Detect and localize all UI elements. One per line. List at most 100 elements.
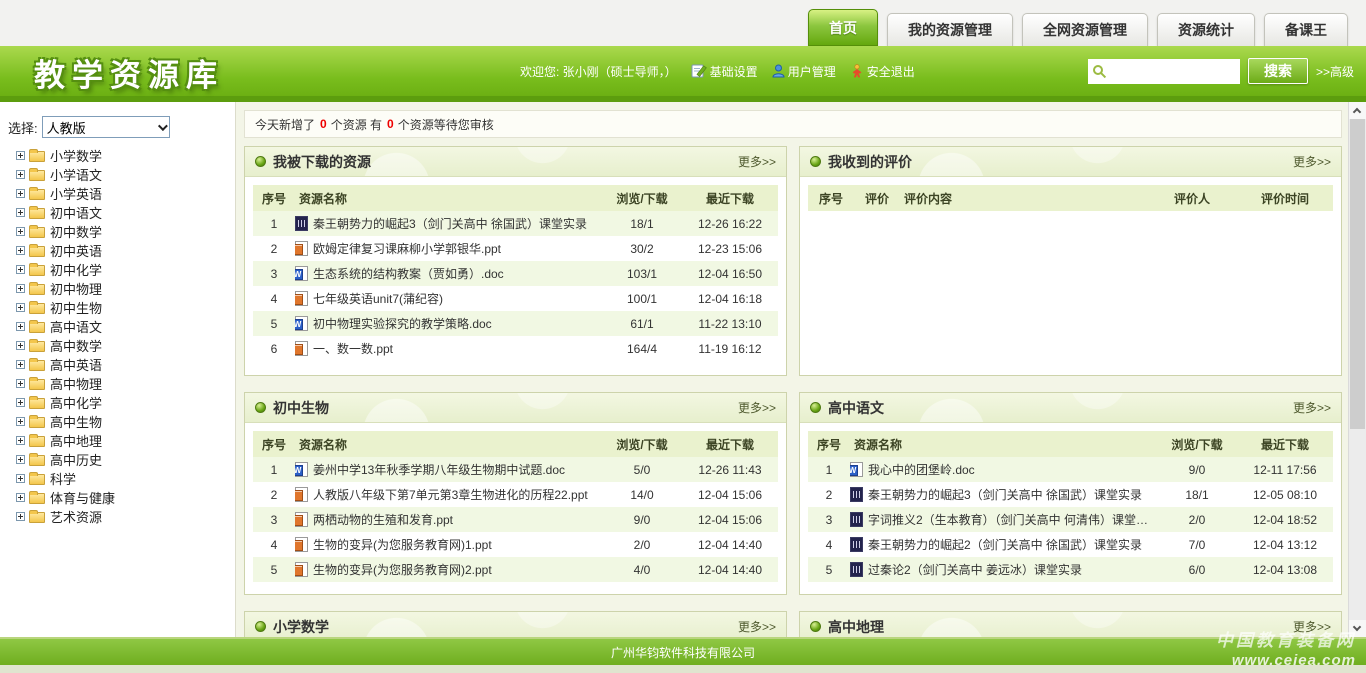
expand-icon[interactable]: [16, 246, 25, 255]
advanced-search-link[interactable]: >>高级: [1316, 63, 1354, 80]
scroll-down-button[interactable]: [1349, 620, 1366, 637]
sidebar-tree-item[interactable]: 小学数学: [8, 146, 229, 165]
expand-icon[interactable]: [16, 303, 25, 312]
expand-icon[interactable]: [16, 436, 25, 445]
resource-link[interactable]: 初中物理实验探究的教学策略.doc: [313, 315, 492, 332]
footer: 广州华钧软件科技有限公司: [0, 637, 1366, 673]
expand-icon[interactable]: [16, 322, 25, 331]
table-row: 4 秦王朝势力的崛起2（剑门关高中 徐国武）课堂实录 7/0 12-04 13:…: [808, 532, 1333, 557]
resource-link[interactable]: 欧姆定律复习课麻柳小学郭银华.ppt: [313, 240, 501, 257]
sidebar-tree-item[interactable]: 初中数学: [8, 222, 229, 241]
resource-link[interactable]: 过秦论2（剑门关高中 姜远冰）课堂实录: [868, 561, 1082, 578]
expand-icon[interactable]: [16, 284, 25, 293]
expand-icon[interactable]: [16, 360, 25, 369]
sidebar-tree-item[interactable]: 初中化学: [8, 260, 229, 279]
sidebar-tree-item[interactable]: 高中物理: [8, 374, 229, 393]
more-link[interactable]: 更多>>: [738, 153, 776, 170]
sidebar-tree-item[interactable]: 高中英语: [8, 355, 229, 374]
sidebar-tree-item[interactable]: 体育与健康: [8, 488, 229, 507]
resource-link[interactable]: 姜州中学13年秋季学期八年级生物期中试题.doc: [313, 461, 565, 478]
row-number: 1: [808, 463, 850, 477]
more-link[interactable]: 更多>>: [1293, 618, 1331, 635]
sidebar-tree-item[interactable]: 初中英语: [8, 241, 229, 260]
sidebar-tree-item[interactable]: 初中生物: [8, 298, 229, 317]
resource-link[interactable]: 生物的变异(为您服务教育网)1.ppt: [313, 536, 492, 553]
sidebar-tree-item[interactable]: 高中历史: [8, 450, 229, 469]
folder-icon: [29, 474, 45, 485]
footer-company: 广州华钧软件科技有限公司: [611, 644, 755, 661]
resource-link[interactable]: 人教版八年级下第7单元第3章生物进化的历程22.ppt: [313, 486, 588, 503]
expand-icon[interactable]: [16, 398, 25, 407]
scrollbar-thumb[interactable]: [1350, 119, 1365, 429]
resource-link[interactable]: 字词推义2（生本教育）（剑门关高中 何清伟）课堂实录: [868, 511, 1151, 528]
folder-icon: [29, 360, 45, 371]
tab-my-resources[interactable]: 我的资源管理: [887, 13, 1013, 46]
expand-icon[interactable]: [16, 170, 25, 179]
sidebar-tree-item[interactable]: 初中物理: [8, 279, 229, 298]
expand-icon[interactable]: [16, 512, 25, 521]
folder-icon: [29, 189, 45, 200]
tree-item-label: 科学: [50, 469, 76, 488]
tab-all-resources[interactable]: 全网资源管理: [1022, 13, 1148, 46]
search-button[interactable]: 搜索: [1248, 58, 1308, 84]
sidebar-tree-item[interactable]: 科学: [8, 469, 229, 488]
expand-icon[interactable]: [16, 341, 25, 350]
sidebar-tree-item[interactable]: 高中生物: [8, 412, 229, 431]
scroll-up-button[interactable]: [1349, 102, 1366, 119]
expand-icon[interactable]: [16, 417, 25, 426]
search-area: 搜索 >>高级: [1088, 46, 1354, 96]
resource-link[interactable]: 秦王朝势力的崛起3（剑门关高中 徐国武）课堂实录: [313, 215, 587, 232]
sidebar-tree-item[interactable]: 艺术资源: [8, 507, 229, 526]
welcome-bar: 欢迎您: 张小刚（硕士导师，） 基础设置 用户管理 安全退出: [520, 46, 915, 96]
folder-icon: [29, 170, 45, 181]
expand-icon[interactable]: [16, 493, 25, 502]
file-type-icon: [850, 512, 863, 527]
expand-icon[interactable]: [16, 227, 25, 236]
panel-senior-geography: 高中地理 更多>>: [799, 611, 1342, 637]
vertical-scrollbar[interactable]: [1348, 102, 1366, 637]
sidebar-tree-item[interactable]: 高中地理: [8, 431, 229, 450]
more-link[interactable]: 更多>>: [738, 618, 776, 635]
table-row: 4 七年级英语unit7(蒲纪容) 100/1 12-04 16:18: [253, 286, 778, 311]
sidebar-tree-item[interactable]: 小学语文: [8, 165, 229, 184]
sidebar-tree-item[interactable]: 小学英语: [8, 184, 229, 203]
expand-icon[interactable]: [16, 265, 25, 274]
resource-link[interactable]: 七年级英语unit7(蒲纪容): [313, 290, 443, 307]
expand-icon[interactable]: [16, 379, 25, 388]
expand-icon[interactable]: [16, 208, 25, 217]
pending-review-count: 0: [387, 117, 394, 131]
resource-link[interactable]: 生物的变异(为您服务教育网)2.ppt: [313, 561, 492, 578]
resource-link[interactable]: 生态系统的结构教案（贾如勇）.doc: [313, 265, 504, 282]
resource-link[interactable]: 两栖动物的生殖和发育.ppt: [313, 511, 453, 528]
user-management-link[interactable]: 用户管理: [772, 63, 836, 80]
tab-resource-stats[interactable]: 资源统计: [1157, 13, 1255, 46]
resource-link[interactable]: 一、数一数.ppt: [313, 340, 393, 357]
logout-link[interactable]: 安全退出: [850, 63, 915, 80]
expand-icon[interactable]: [16, 151, 25, 160]
panel-grid: 我被下载的资源 更多>> 序号 资源名称 浏览/下载 最近下载 1: [244, 146, 1342, 637]
more-link[interactable]: 更多>>: [1293, 399, 1331, 416]
content-area: 选择: 人教版 小学数学 小学语文: [0, 102, 1366, 637]
resource-link[interactable]: 我心中的团堡岭.doc: [868, 461, 975, 478]
more-link[interactable]: 更多>>: [1293, 153, 1331, 170]
row-number: 5: [253, 563, 295, 577]
search-input[interactable]: [1088, 59, 1240, 84]
last-download-time: 12-04 18:52: [1237, 513, 1333, 527]
resource-link[interactable]: 秦王朝势力的崛起2（剑门关高中 徐国武）课堂实录: [868, 536, 1142, 553]
views-downloads: 61/1: [602, 317, 682, 331]
sidebar-tree-item[interactable]: 初中语文: [8, 203, 229, 222]
more-link[interactable]: 更多>>: [738, 399, 776, 416]
expand-icon[interactable]: [16, 189, 25, 198]
expand-icon[interactable]: [16, 474, 25, 483]
expand-icon[interactable]: [16, 455, 25, 464]
row-number: 5: [808, 563, 850, 577]
sidebar-tree-item[interactable]: 高中数学: [8, 336, 229, 355]
version-select[interactable]: 人教版: [42, 116, 170, 138]
basic-settings-link[interactable]: 基础设置: [691, 63, 758, 80]
sidebar-tree-item[interactable]: 高中语文: [8, 317, 229, 336]
resource-link[interactable]: 秦王朝势力的崛起3（剑门关高中 徐国武）课堂实录: [868, 486, 1142, 503]
tab-home[interactable]: 首页: [808, 9, 878, 46]
sidebar-tree-item[interactable]: 高中化学: [8, 393, 229, 412]
views-downloads: 164/4: [602, 342, 682, 356]
tab-lesson-prep[interactable]: 备课王: [1264, 13, 1348, 46]
